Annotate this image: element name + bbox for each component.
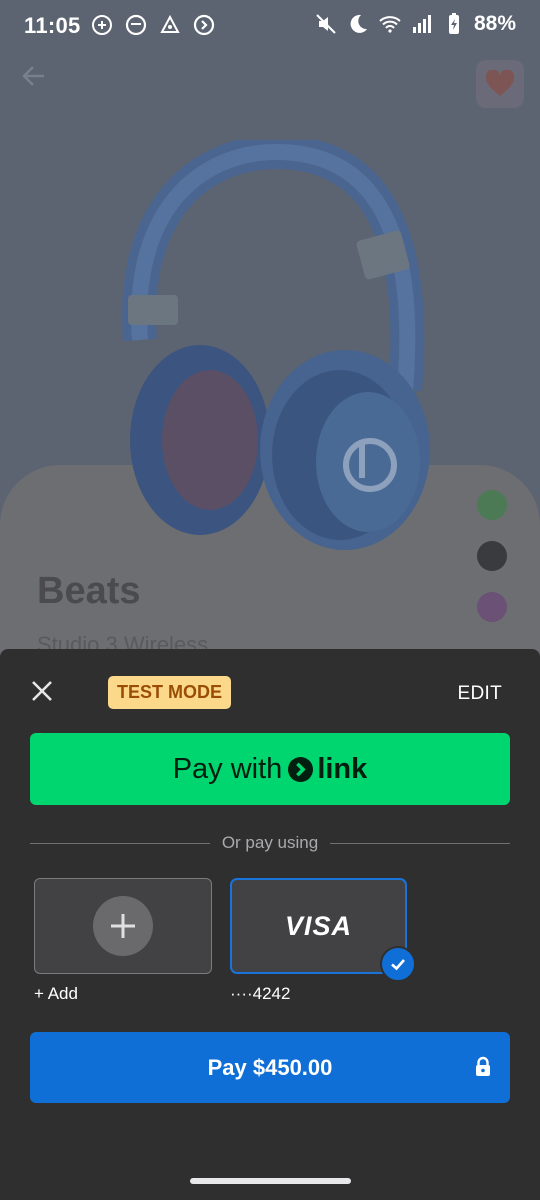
pay-with-link-button[interactable]: Pay with link (30, 733, 510, 805)
favorite-button[interactable] (476, 60, 524, 108)
link-chevron-icon (288, 756, 314, 782)
link-brand-text: link (317, 752, 368, 785)
pay-using-divider: Or pay using (30, 833, 511, 853)
add-payment-method-button[interactable] (34, 878, 212, 974)
status-time: 11:05 (24, 13, 81, 38)
color-option-black[interactable] (477, 541, 507, 571)
back-arrow-icon[interactable] (18, 60, 50, 92)
plus-icon (111, 914, 135, 938)
battery-icon (448, 13, 459, 34)
divider-text: Or pay using (221, 833, 319, 852)
sync-icon (193, 14, 215, 36)
mute-icon (316, 14, 336, 34)
selected-check-badge (380, 946, 416, 982)
wifi-icon (379, 16, 401, 33)
headphones-image (122, 140, 430, 550)
messenger-icon (125, 14, 147, 36)
edit-button[interactable]: EDIT (458, 683, 502, 705)
pay-button-label: Pay $450.00 (207, 1054, 333, 1080)
color-option-purple[interactable] (477, 592, 507, 622)
notification-icons (90, 13, 216, 37)
alert-icon (160, 14, 180, 33)
product-title: Beats (37, 570, 141, 612)
moon-icon (350, 14, 367, 33)
visa-card-last4: ····4242 (230, 984, 291, 1003)
add-payment-label: + Add (34, 984, 78, 1003)
whatsapp-icon (92, 15, 112, 35)
checkmark-icon (391, 959, 405, 971)
lock-icon (476, 1056, 490, 1076)
system-icons: 88% (314, 12, 516, 36)
payment-sheet: TEST MODE EDIT Pay with link Or pay usin… (0, 649, 540, 1200)
plus-circle (93, 896, 153, 956)
home-indicator[interactable] (190, 1178, 351, 1184)
heart-icon (485, 70, 515, 96)
battery-percent: 88% (473, 12, 516, 35)
screen: 11:05 88% Beats Studio 3 Wireless TEST M… (0, 0, 540, 1200)
divider-line-right (330, 842, 511, 844)
link-logo: link (288, 753, 367, 786)
signal-icon (412, 15, 431, 33)
close-icon[interactable] (28, 677, 56, 705)
pay-button[interactable]: Pay $450.00 (30, 1032, 510, 1103)
test-mode-badge: TEST MODE (108, 676, 232, 709)
link-button-prefix: Pay with (172, 752, 283, 785)
visa-logo: VISA (284, 910, 353, 941)
divider-line-left (30, 842, 210, 844)
status-bar: 11:05 88% (0, 0, 540, 52)
color-option-green[interactable] (477, 490, 507, 520)
